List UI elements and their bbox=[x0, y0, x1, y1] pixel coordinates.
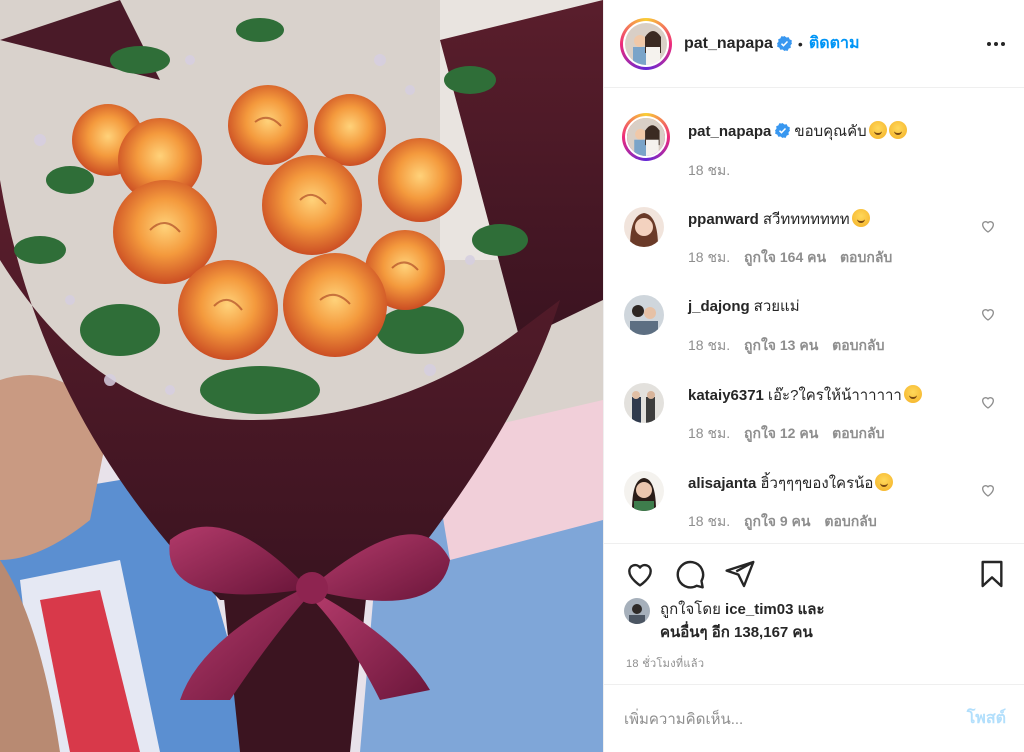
likes-count[interactable]: คนอื่นๆ อีก 138,167 คน bbox=[660, 624, 813, 641]
commenter-avatar[interactable] bbox=[624, 207, 664, 247]
comment-message: เอ๊ะ?ใครให้น้าาาาาา bbox=[767, 387, 902, 404]
comment-username[interactable]: kataiy6371 bbox=[688, 387, 764, 404]
bookmark-icon[interactable] bbox=[976, 558, 1008, 590]
comment-like-heart-icon[interactable] bbox=[980, 306, 996, 322]
comment-like-heart-icon[interactable] bbox=[980, 482, 996, 498]
caption-meta: 18 ชม. bbox=[688, 160, 740, 182]
smile-emoji-icon bbox=[903, 385, 922, 403]
comment-meta: 18 ชม. ถูกใจ 13 คน ตอบกลับ bbox=[688, 335, 895, 357]
comment-text: ppanward สวีททททททท bbox=[688, 209, 974, 230]
more-options-icon[interactable] bbox=[984, 32, 1008, 56]
comment-time: 18 ชม. bbox=[688, 249, 731, 265]
comment-like-heart-icon[interactable] bbox=[980, 218, 996, 234]
caption-avatar-image bbox=[625, 116, 667, 158]
comments-list[interactable]: pat_napapa ขอบคุณคับ 18 ชม. ppanward สวีทท… bbox=[604, 89, 1024, 543]
comment-likes[interactable]: ถูกใจ 12 คน bbox=[744, 425, 818, 441]
post-side-panel: pat_napapa • ติดตาม pat_napapa ขอบคุณคับ… bbox=[603, 0, 1024, 752]
share-icon[interactable] bbox=[724, 558, 756, 590]
comment-time: 18 ชม. bbox=[688, 425, 731, 441]
verified-badge-icon bbox=[775, 123, 791, 138]
comment-likes[interactable]: ถูกใจ 164 คน bbox=[744, 249, 826, 265]
comment-meta: 18 ชม. ถูกใจ 12 คน ตอบกลับ bbox=[688, 423, 895, 445]
post-header: pat_napapa • ติดตาม bbox=[604, 0, 1024, 88]
caption-author-avatar[interactable] bbox=[622, 113, 670, 161]
likes-and: และ bbox=[797, 601, 825, 618]
liker-avatar[interactable] bbox=[624, 598, 650, 624]
likes-prefix: ถูกใจโดย bbox=[660, 601, 721, 618]
comment-icon[interactable] bbox=[674, 558, 706, 590]
caption-message: ขอบคุณคับ bbox=[794, 123, 867, 140]
post-timestamp[interactable]: 18 ชั่วโมงที่แล้ว bbox=[626, 654, 704, 672]
caption-time: 18 ชม. bbox=[688, 162, 731, 178]
comment-message: ฮิ้วๆๆๆของใครน้อ bbox=[760, 475, 874, 492]
follow-button[interactable]: ติดตาม bbox=[809, 31, 860, 56]
post-comment-button[interactable]: โพสต์ bbox=[967, 706, 1006, 731]
comment-composer: เพิ่มความคิดเห็น... โพสต์ bbox=[604, 684, 1024, 752]
comment-like-heart-icon[interactable] bbox=[980, 394, 996, 410]
comment-likes[interactable]: ถูกใจ 13 คน bbox=[744, 337, 818, 353]
reply-button[interactable]: ตอบกลับ bbox=[824, 513, 876, 529]
author-avatar-image bbox=[625, 22, 667, 65]
commenter-avatar[interactable] bbox=[624, 383, 664, 423]
caption-username[interactable]: pat_napapa bbox=[688, 123, 771, 140]
comment-meta: 18 ชม. ถูกใจ 164 คน ตอบกลับ bbox=[688, 247, 902, 269]
comment-likes[interactable]: ถูกใจ 9 คน bbox=[744, 513, 811, 529]
comment-time: 18 ชม. bbox=[688, 337, 731, 353]
reply-button[interactable]: ตอบกลับ bbox=[840, 249, 892, 265]
comment-username[interactable]: j_dajong bbox=[688, 298, 750, 315]
comment-username[interactable]: ppanward bbox=[688, 211, 759, 228]
likes-summary: ถูกใจโดย ice_tim03 และ คนอื่นๆ อีก 138,1… bbox=[660, 598, 825, 644]
post-photo bbox=[0, 0, 603, 752]
caption-text: pat_napapa ขอบคุณคับ bbox=[688, 121, 974, 142]
smile-emoji-icon bbox=[851, 209, 870, 227]
author-avatar[interactable] bbox=[620, 17, 672, 70]
liker-username[interactable]: ice_tim03 bbox=[725, 601, 793, 618]
reply-button[interactable]: ตอบกลับ bbox=[832, 337, 884, 353]
commenter-avatar[interactable] bbox=[624, 471, 664, 511]
heart-eyes-emoji-icon bbox=[868, 121, 887, 139]
comment-text: kataiy6371 เอ๊ะ?ใครให้น้าาาาาา bbox=[688, 385, 974, 406]
commenter-avatar[interactable] bbox=[624, 295, 664, 335]
comment-message: สวีททททททท bbox=[762, 211, 850, 228]
author-username[interactable]: pat_napapa bbox=[684, 35, 773, 53]
comment-message: สวยแม่ bbox=[753, 298, 800, 315]
reply-button[interactable]: ตอบกลับ bbox=[832, 425, 884, 441]
comment-time: 18 ชม. bbox=[688, 513, 731, 529]
heart-icon[interactable] bbox=[624, 558, 656, 590]
heart-eyes-emoji-icon bbox=[875, 473, 894, 491]
comment-input[interactable]: เพิ่มความคิดเห็น... bbox=[624, 707, 967, 731]
comment-text: alisajanta ฮิ้วๆๆๆของใครน้อ bbox=[688, 473, 974, 494]
comment-username[interactable]: alisajanta bbox=[688, 475, 756, 492]
smiling-hearts-emoji-icon bbox=[888, 121, 907, 139]
comment-meta: 18 ชม. ถูกใจ 9 คน ตอบกลับ bbox=[688, 511, 887, 533]
separator-dot: • bbox=[797, 35, 803, 52]
comment-text: j_dajong สวยแม่ bbox=[688, 297, 974, 317]
bouquet-image bbox=[0, 0, 603, 752]
verified-badge-icon bbox=[776, 36, 792, 51]
